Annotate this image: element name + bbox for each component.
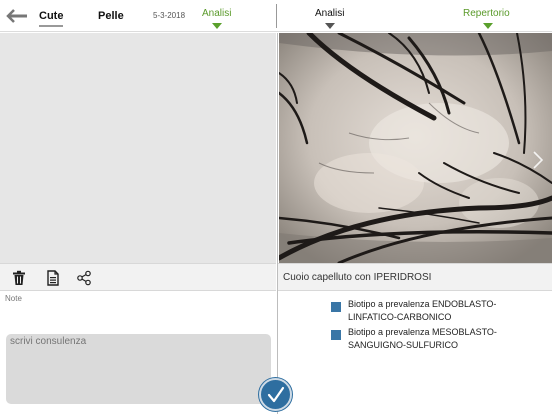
confirm-button[interactable] [259, 378, 292, 411]
scalp-microscope-photo [279, 33, 552, 263]
header-divider [276, 4, 277, 28]
tab-analisi-right[interactable]: Analisi [315, 8, 344, 19]
consultation-input[interactable] [6, 334, 271, 404]
image-placeholder-area[interactable] [0, 33, 276, 263]
caret-down-icon [325, 23, 335, 29]
document-icon[interactable] [45, 270, 61, 286]
repertorio-link[interactable]: Repertorio [463, 8, 510, 19]
photo-caption: Cuoio capelluto con IPERIDROSI [283, 272, 432, 283]
caret-down-icon [212, 23, 222, 29]
note-label: Note [5, 294, 22, 303]
left-toolbar [0, 263, 276, 291]
biotype-label: Biotipo a prevalenza ENDOBLASTO-LINFATIC… [348, 299, 497, 322]
biotype-marker [331, 330, 341, 340]
biotype-item: Biotipo a prevalenza MESOBLASTO-SANGUIGN… [331, 326, 546, 352]
date-label: 5-3-2018 [153, 11, 186, 20]
tab-cute[interactable]: Cute [39, 10, 63, 22]
photo-caption-bar: Cuoio capelluto con IPERIDROSI [278, 263, 552, 291]
trash-icon[interactable] [11, 270, 27, 286]
vertical-divider [277, 33, 278, 414]
analisi-link-left[interactable]: Analisi [202, 8, 231, 19]
biotype-marker [331, 302, 341, 312]
scalp-image [279, 33, 552, 263]
biotype-item: Biotipo a prevalenza ENDOBLASTO-LINFATIC… [331, 298, 546, 324]
caret-down-icon [483, 23, 493, 29]
back-arrow-icon[interactable] [6, 9, 28, 23]
tab-pelle[interactable]: Pelle [98, 10, 124, 22]
checkmark-icon [267, 386, 285, 403]
biotype-label: Biotipo a prevalenza MESOBLASTO-SANGUIGN… [348, 327, 497, 350]
active-tab-underline [39, 25, 63, 27]
share-icon[interactable] [76, 270, 92, 286]
chevron-right-icon[interactable] [531, 150, 545, 170]
top-bar: Cute Pelle 5-3-2018 Analisi Analisi Repe… [0, 0, 552, 32]
